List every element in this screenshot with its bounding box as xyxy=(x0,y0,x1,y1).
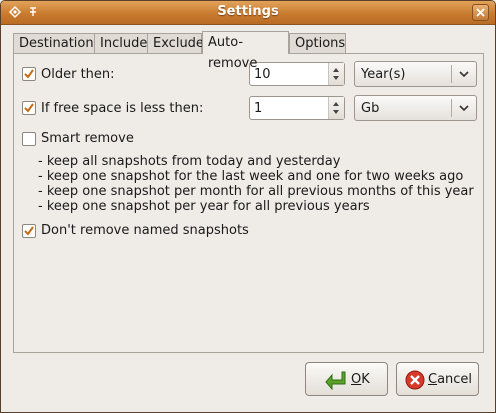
tab-auto-remove[interactable]: Auto-remove xyxy=(202,31,289,71)
tab-include[interactable]: Include xyxy=(94,33,148,53)
close-icon xyxy=(476,8,485,17)
older-than-unit: Year(s) xyxy=(361,67,406,82)
smart-rule-weeks: - keep one snapshot for the last week an… xyxy=(38,169,464,184)
older-than-label: Older then: xyxy=(41,67,115,82)
auto-remove-panel: Older then: 10 Year(s) If free space is … xyxy=(13,53,484,353)
checkmark-icon xyxy=(24,69,34,79)
cancel-label: Cancel xyxy=(428,372,473,387)
older-than-unit-select[interactable]: Year(s) xyxy=(354,61,477,87)
older-than-spinbox[interactable]: 10 xyxy=(249,62,345,86)
ok-button[interactable]: OK xyxy=(305,362,388,396)
checkmark-icon xyxy=(24,226,34,236)
ok-arrow-icon xyxy=(325,371,346,390)
spin-arrows[interactable] xyxy=(328,97,344,119)
older-than-checkbox[interactable] xyxy=(22,67,36,81)
free-space-value: 1 xyxy=(254,101,263,116)
free-space-unit-select[interactable]: Gb xyxy=(354,95,477,121)
smart-rule-years: - keep one snapshot per year for all pre… xyxy=(38,199,370,214)
smart-rule-today: - keep all snapshots from today and yest… xyxy=(38,154,341,169)
spin-down-icon xyxy=(333,110,339,114)
smart-remove-checkbox[interactable] xyxy=(22,132,36,146)
window-title: Settings xyxy=(217,4,279,19)
checkmark-icon xyxy=(24,103,34,113)
tab-destination[interactable]: Destination xyxy=(13,33,95,53)
title-bar[interactable]: Settings xyxy=(1,1,495,25)
free-space-checkbox[interactable] xyxy=(22,101,36,115)
cancel-button[interactable]: Cancel xyxy=(396,362,479,396)
smart-remove-label: Smart remove xyxy=(41,131,134,146)
free-space-spinbox[interactable]: 1 xyxy=(249,96,345,120)
dont-remove-named-label: Don't remove named snapshots xyxy=(41,223,249,238)
free-space-unit: Gb xyxy=(361,101,380,116)
dont-remove-named-checkbox[interactable] xyxy=(22,224,36,238)
spin-arrows[interactable] xyxy=(328,63,344,85)
cancel-icon xyxy=(405,370,425,390)
tab-options[interactable]: Options xyxy=(289,33,346,53)
spin-up-icon xyxy=(333,102,339,106)
smart-rule-months: - keep one snapshot per month for all pr… xyxy=(38,184,474,199)
settings-dialog: Settings Destination Include Exclude Aut… xyxy=(0,0,496,413)
spin-down-icon xyxy=(333,76,339,80)
spin-up-icon xyxy=(333,68,339,72)
free-space-label: If free space is less then: xyxy=(41,101,204,116)
chevron-down-icon xyxy=(459,71,469,78)
tab-exclude[interactable]: Exclude xyxy=(147,33,204,53)
close-button[interactable] xyxy=(472,4,489,21)
ok-label: OK xyxy=(351,372,370,387)
chevron-down-icon xyxy=(459,105,469,112)
